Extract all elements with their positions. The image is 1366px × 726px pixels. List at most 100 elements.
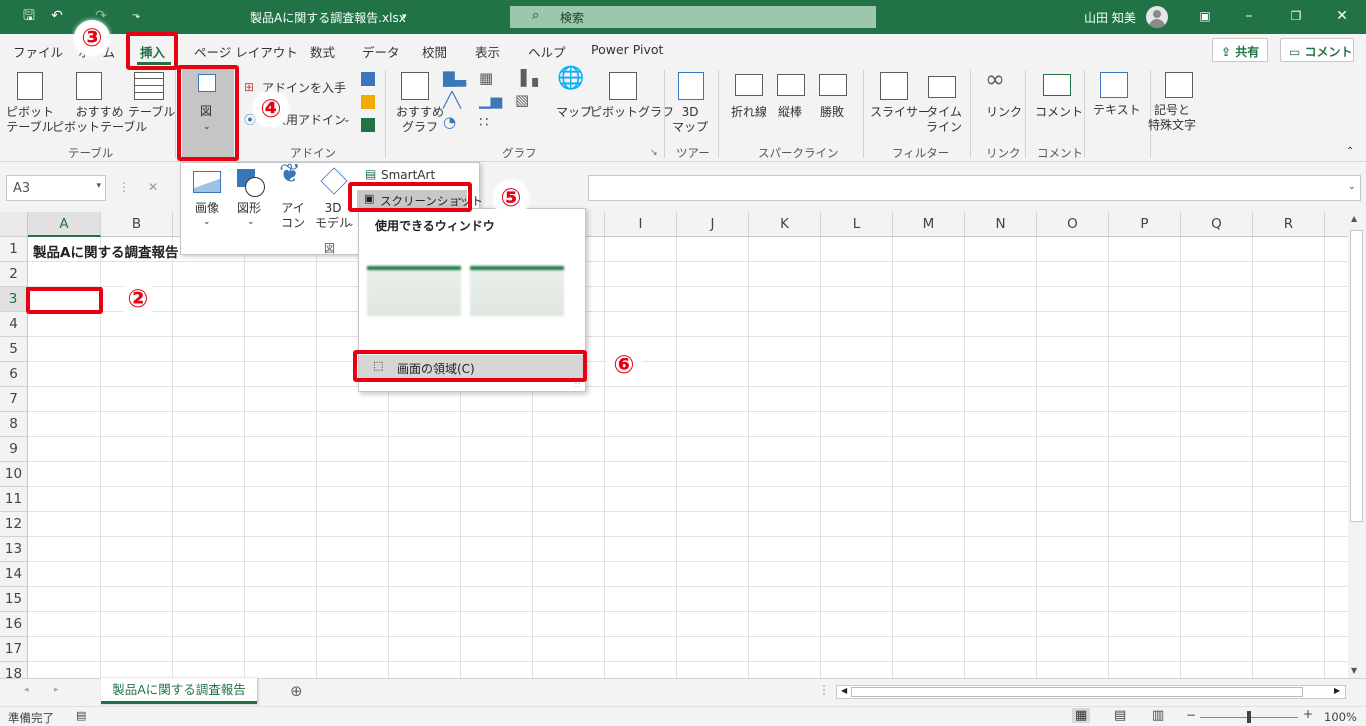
column-header[interactable]: R	[1253, 212, 1325, 237]
next-sheet-icon[interactable]: ▸	[54, 685, 59, 695]
comment-button[interactable]: ▭ コメント	[1280, 38, 1354, 62]
visio-icon[interactable]	[361, 72, 375, 86]
sparkline-column-button[interactable]: 縦棒	[778, 105, 802, 120]
scroll-up-icon[interactable]: ▲	[1351, 214, 1357, 223]
collapse-ribbon-icon[interactable]: ⌃	[1346, 144, 1354, 159]
row-header[interactable]: 7	[0, 387, 28, 412]
maps-button[interactable]: マップ	[556, 105, 592, 120]
column-header[interactable]	[1325, 212, 1348, 237]
resize-grip-icon[interactable]: ∷	[575, 381, 580, 390]
user-name[interactable]: 山田 知美	[1084, 9, 1136, 26]
scroll-left-icon[interactable]: ◀	[841, 686, 847, 695]
timeline-button[interactable]: タイム ライン	[926, 105, 962, 135]
column-header[interactable]: I	[605, 212, 677, 237]
link-button[interactable]: リンク	[986, 105, 1022, 120]
scroll-thumb[interactable]	[1350, 230, 1363, 522]
zoom-out-icon[interactable]: −	[1186, 708, 1196, 722]
row-header[interactable]: 10	[0, 462, 28, 487]
pivot-table-button[interactable]: ピボット テーブル	[6, 105, 54, 135]
row-header[interactable]: 11	[0, 487, 28, 512]
slicer-button[interactable]: スライサー	[870, 105, 930, 120]
avatar[interactable]	[1146, 6, 1168, 28]
column-header[interactable]: N	[965, 212, 1037, 237]
close-icon[interactable]: ✕	[1333, 7, 1351, 25]
smartart-button[interactable]: SmartArt	[381, 168, 435, 183]
row-header[interactable]: 3	[0, 287, 28, 312]
3d-map-button[interactable]: 3D マップ	[672, 105, 708, 135]
table-button[interactable]: テーブル	[128, 105, 175, 120]
sparkline-winloss-button[interactable]: 勝敗	[820, 105, 844, 120]
sparkline-line-button[interactable]: 折れ線	[731, 105, 767, 120]
scroll-right-icon[interactable]: ▶	[1334, 686, 1340, 695]
icons-button[interactable]: アイ コン	[281, 201, 305, 231]
cancel-icon[interactable]: ✕	[148, 180, 158, 195]
window-thumbnail[interactable]	[470, 266, 564, 316]
window-thumbnail[interactable]	[367, 266, 461, 316]
search-box[interactable]: ⌕ 検索	[510, 6, 876, 28]
expand-formula-icon[interactable]: ⌄	[1348, 180, 1356, 195]
zoom-level[interactable]: 100%	[1324, 710, 1357, 724]
row-header[interactable]: 8	[0, 412, 28, 437]
row-header[interactable]: 16	[0, 612, 28, 637]
dialog-launcher-icon[interactable]: ↘	[650, 146, 658, 161]
zoom-slider-thumb[interactable]	[1247, 711, 1251, 723]
3d-models-button[interactable]: 3D モデル	[315, 201, 351, 231]
recommended-charts-button[interactable]: おすすめ グラフ	[396, 105, 444, 135]
tab-review[interactable]: 校閲	[422, 42, 447, 61]
cell-a1[interactable]: 製品Aに関する調査報告	[33, 241, 178, 261]
undo-icon[interactable]: ↶	[48, 7, 66, 25]
horizontal-scrollbar[interactable]: ◀ ▶	[836, 685, 1346, 699]
restore-icon[interactable]: ❐	[1287, 7, 1305, 25]
row-header[interactable]: 4	[0, 312, 28, 337]
ribbon-display-icon[interactable]: ▣	[1196, 7, 1214, 25]
sheet-tab[interactable]: 製品Aに関する調査報告	[101, 678, 257, 704]
share-button[interactable]: ⇪ 共有	[1212, 38, 1269, 62]
row-header[interactable]: 14	[0, 562, 28, 587]
row-header[interactable]: 12	[0, 512, 28, 537]
zoom-in-icon[interactable]: +	[1303, 707, 1313, 721]
symbols-button[interactable]: 記号と 特殊文字	[1148, 103, 1196, 133]
tab-power-pivot[interactable]: Power Pivot	[591, 42, 663, 57]
stat-chart-icon[interactable]: ▁▅	[479, 93, 502, 108]
normal-view-icon[interactable]: ▦	[1072, 708, 1091, 723]
shapes-button[interactable]: 図形	[237, 201, 261, 216]
scroll-down-icon[interactable]: ▼	[1351, 666, 1357, 675]
tab-view[interactable]: 表示	[475, 42, 500, 61]
column-chart-icon[interactable]: ▇▃	[443, 71, 466, 86]
line-chart-icon[interactable]: ╱╲	[443, 93, 461, 108]
save-icon[interactable]: 🖫	[20, 7, 38, 25]
row-header[interactable]: 18	[0, 662, 28, 678]
macro-record-icon[interactable]: ▤	[76, 709, 86, 722]
tab-help[interactable]: ヘルプ	[528, 42, 566, 61]
customize-qat-icon[interactable]: ⬎	[127, 7, 145, 25]
add-sheet-icon[interactable]: ⊕	[290, 682, 303, 700]
text-button[interactable]: テキスト	[1093, 103, 1141, 118]
column-header[interactable]: A	[28, 212, 101, 237]
chevron-down-icon[interactable]: ▾	[96, 181, 101, 191]
row-header[interactable]: 15	[0, 587, 28, 612]
row-header[interactable]: 13	[0, 537, 28, 562]
new-comment-button[interactable]: コメント	[1035, 105, 1083, 120]
people-graph-icon[interactable]	[361, 118, 375, 132]
tab-formulas[interactable]: 数式	[310, 42, 335, 61]
chart-type-buttons[interactable]: ▇▃ ▦ ▐▗ ╱╲ ▁▅ ▧ ◔ ∷	[443, 71, 543, 137]
tab-file[interactable]: ファイル	[13, 42, 63, 61]
page-break-view-icon[interactable]: ▥	[1152, 708, 1164, 723]
name-box[interactable]: A3 ▾	[6, 175, 106, 201]
hierarchy-chart-icon[interactable]: ▦	[479, 71, 493, 86]
column-header[interactable]: P	[1109, 212, 1181, 237]
column-header[interactable]: Q	[1181, 212, 1253, 237]
column-header[interactable]: L	[821, 212, 893, 237]
tab-data[interactable]: データ	[362, 42, 400, 61]
row-header[interactable]: 1	[0, 237, 28, 262]
formula-input[interactable]	[588, 175, 1361, 201]
column-header[interactable]: O	[1037, 212, 1109, 237]
scatter-chart-icon[interactable]: ∷	[479, 115, 489, 130]
minimize-icon[interactable]: –	[1240, 7, 1258, 25]
column-header[interactable]: J	[677, 212, 749, 237]
row-header[interactable]: 2	[0, 262, 28, 287]
prev-sheet-icon[interactable]: ◂	[24, 685, 29, 695]
pivot-chart-button[interactable]: ピボットグラフ	[590, 105, 674, 120]
scroll-thumb[interactable]	[851, 687, 1303, 697]
bing-icon[interactable]	[361, 95, 375, 109]
